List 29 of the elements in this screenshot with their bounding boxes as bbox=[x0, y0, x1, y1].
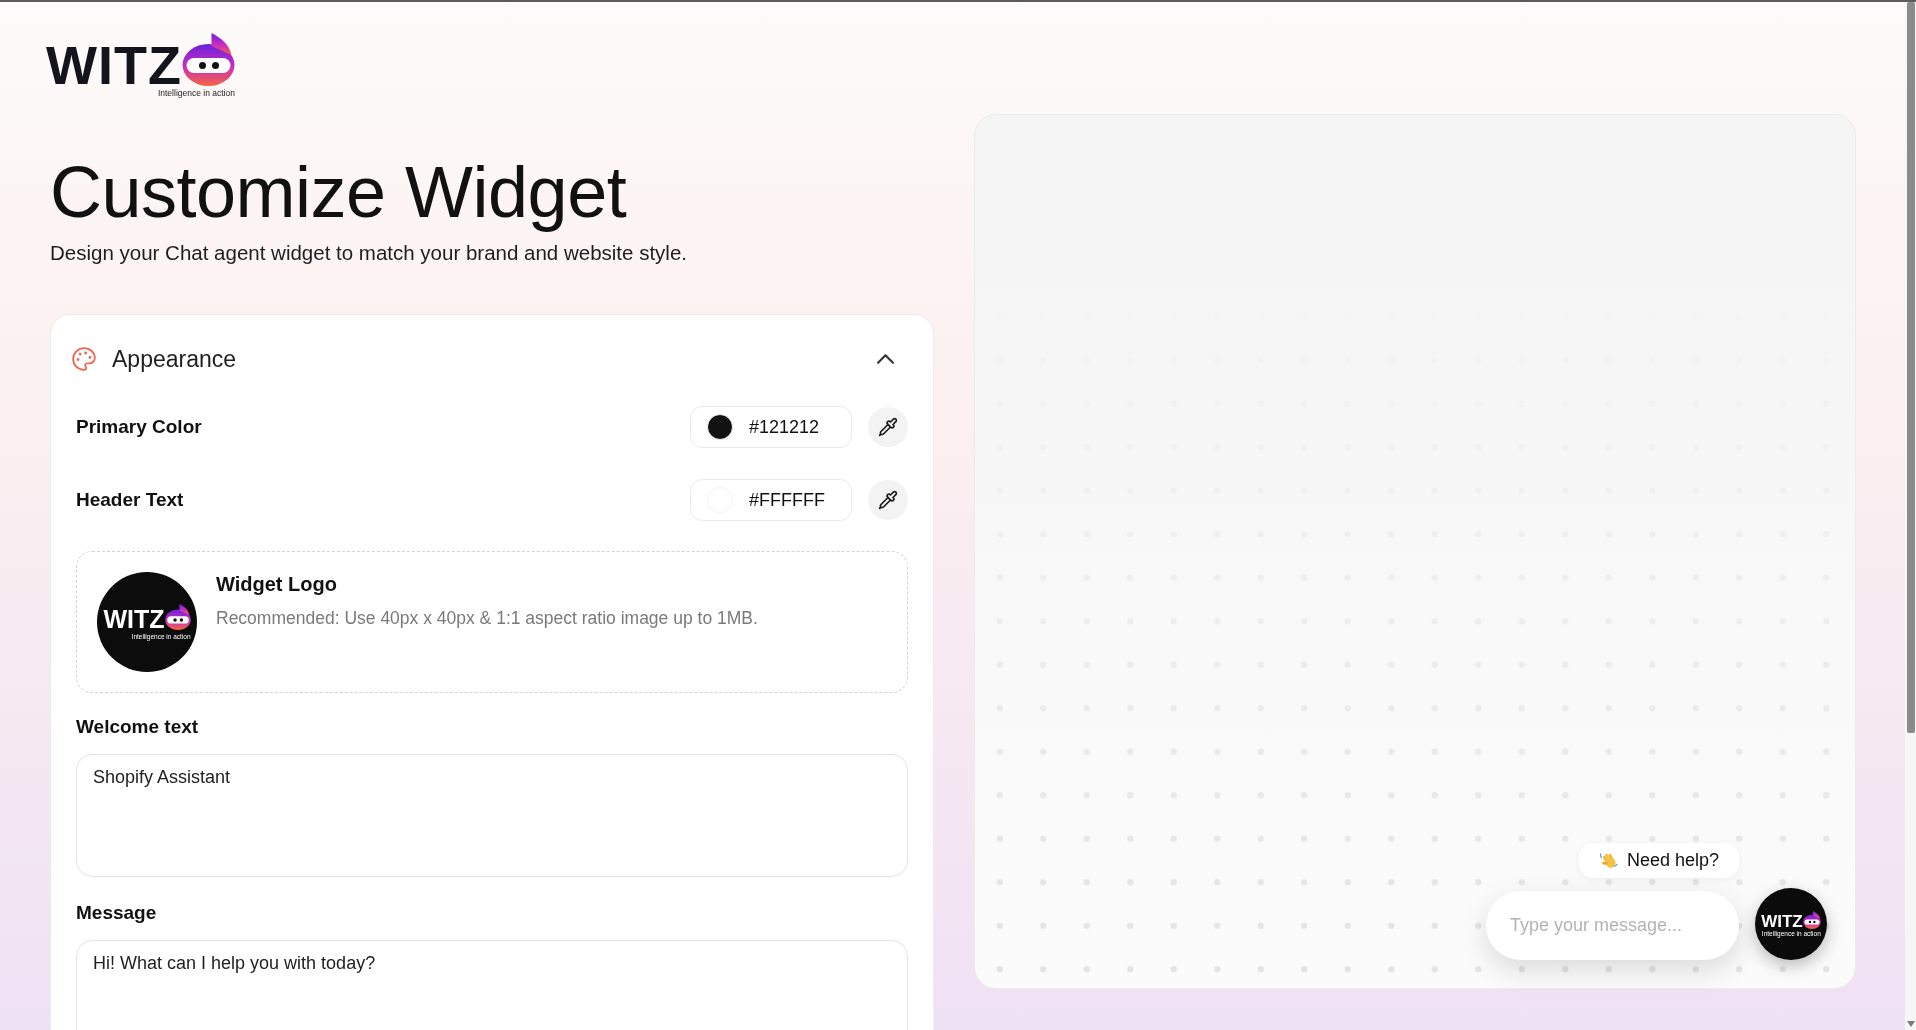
page-subtitle: Design your Chat agent widget to match your brand and website style. bbox=[50, 240, 688, 266]
color-picker-button[interactable] bbox=[868, 480, 908, 520]
text-area-field[interactable]: Shopify Assistant bbox=[76, 754, 908, 877]
field-label: Primary Color bbox=[76, 414, 202, 439]
eyedropper-icon bbox=[878, 417, 898, 437]
robot-head-logo-icon bbox=[1802, 910, 1821, 929]
section-title: Appearance bbox=[112, 344, 237, 374]
logo-wordmark: WITZ bbox=[1761, 912, 1803, 930]
text-area-field[interactable]: Hi! What can I help you with today? bbox=[76, 940, 908, 1030]
robot-head-logo-icon bbox=[164, 603, 191, 630]
color-hex-value: #FFFFFF bbox=[749, 488, 825, 512]
color-value-field[interactable]: #121212 bbox=[690, 406, 852, 448]
field-label: Message bbox=[76, 901, 158, 925]
field-label: Header Text bbox=[76, 487, 184, 512]
widget-logo-hint: Recommended: Use 40px x 40px & 1:1 aspect ratio image up to 1MB. bbox=[216, 607, 758, 630]
eyedropper-icon bbox=[878, 490, 898, 510]
robot-head-logo-icon bbox=[181, 33, 235, 86]
color-value-field[interactable]: #FFFFFF bbox=[690, 479, 852, 521]
widget-logo-title: Widget Logo bbox=[216, 572, 338, 597]
field-label: Welcome text bbox=[76, 715, 200, 739]
scroll-down-arrow-icon[interactable] bbox=[1906, 1021, 1915, 1027]
waving-hand-icon bbox=[1598, 851, 1618, 870]
scrollbar-thumb[interactable] bbox=[1906, 2, 1915, 733]
color-picker-button[interactable] bbox=[868, 407, 908, 447]
logo-wordmark: WITZ bbox=[103, 606, 165, 632]
chevron-up-icon bbox=[876, 354, 894, 364]
greeting-text: Need help? bbox=[1626, 849, 1719, 872]
palette-icon bbox=[71, 346, 97, 372]
color-hex-value: #121212 bbox=[749, 415, 820, 439]
